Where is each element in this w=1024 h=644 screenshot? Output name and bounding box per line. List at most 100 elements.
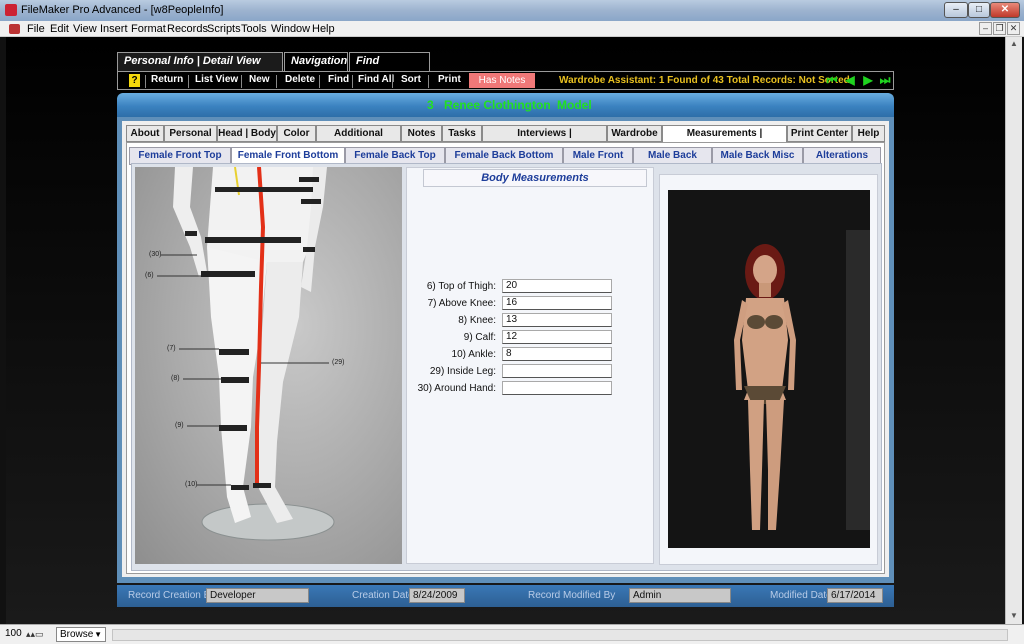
help-icon[interactable]: ? (129, 74, 140, 87)
tab-about[interactable]: About (126, 125, 164, 142)
title-bar: FileMaker Pro Advanced - [w8PeopleInfo] … (0, 0, 1024, 21)
diagram-label-9: (9) (175, 422, 184, 429)
tab-notes[interactable]: Notes (401, 125, 442, 142)
document-icon[interactable] (9, 24, 20, 34)
modified-by-field[interactable]: Admin (629, 588, 731, 603)
find-button[interactable]: Find (328, 74, 349, 85)
above-knee-label: 7) Above Knee: (427, 298, 496, 309)
diagram-label-6: (6) (145, 272, 154, 279)
vertical-scrollbar[interactable]: ▲ ▼ (1005, 37, 1022, 624)
doc-close-button[interactable]: ✕ (1007, 22, 1020, 35)
chevron-down-icon: ▼ (94, 630, 102, 639)
modified-date-field[interactable]: 6/17/2014 (827, 588, 883, 603)
record-id: 3 (427, 98, 434, 112)
body-measurements-title: Body Measurements (423, 169, 647, 187)
menu-scripts[interactable]: Scripts (207, 23, 241, 35)
ankle-label: 10) Ankle: (451, 349, 496, 360)
menu-view[interactable]: View (73, 23, 97, 35)
model-photo[interactable] (668, 190, 870, 548)
tab-measurements-alterations[interactable]: Measurements | Alterations (662, 125, 787, 154)
diagram-label-8: (8) (171, 375, 180, 382)
toolbar-divider (241, 75, 242, 88)
last-record-icon[interactable]: ⏭ (879, 74, 891, 87)
creation-date-label: Creation Date (352, 590, 414, 601)
menu-window[interactable]: Window (271, 23, 310, 35)
tab-tasks[interactable]: Tasks (442, 125, 482, 142)
inside-leg-label: 29) Inside Leg: (429, 366, 496, 377)
tab-navigation[interactable]: Navigation (284, 52, 348, 71)
calf-field[interactable]: 12 (502, 330, 612, 344)
record-role: Model (557, 98, 592, 112)
print-button[interactable]: Print (438, 74, 461, 85)
tab-personal[interactable]: Personal (164, 125, 217, 142)
tab-help[interactable]: Help (852, 125, 885, 142)
detail-view-toolbar: ? Return List View New Delete Find Find … (117, 71, 894, 90)
tab-personal-info-toolbar[interactable]: Personal Info | Detail View Toolbar (117, 52, 283, 84)
scroll-up-icon[interactable]: ▲ (1010, 39, 1018, 48)
menu-format[interactable]: Format (131, 23, 166, 35)
tab-interviews-questionnaires[interactable]: Interviews | Questionnaires (482, 125, 607, 154)
creation-date-field[interactable]: 8/24/2009 (409, 588, 465, 603)
top-of-thigh-field[interactable]: 20 (502, 279, 612, 293)
menu-bar: File Edit View Insert Format Records Scr… (0, 21, 1024, 37)
toolbar-divider (276, 75, 277, 88)
zoom-controls-icon[interactable]: ▴▴▭ (26, 629, 44, 640)
record-footer: Record Creation By Developer Creation Da… (117, 585, 894, 607)
diagram-label-7: (7) (167, 345, 176, 352)
model-photo-illustration (668, 190, 870, 548)
toolbar-divider (188, 75, 189, 88)
minimize-button[interactable]: – (944, 2, 968, 18)
tab-color[interactable]: Color (277, 125, 316, 142)
first-record-icon[interactable]: ⏮ (826, 74, 838, 87)
filemaker-window: FileMaker Pro Advanced - [w8PeopleInfo] … (0, 0, 1024, 644)
inside-leg-field[interactable] (502, 364, 612, 378)
doc-restore-button[interactable]: ❐ (993, 22, 1006, 35)
menu-file[interactable]: File (27, 23, 45, 35)
mode-select[interactable]: Browse ▼ (56, 627, 106, 642)
status-bar: 100 ▴▴▭ Browse ▼ (0, 624, 1024, 644)
sort-button[interactable]: Sort (401, 74, 421, 85)
menu-insert[interactable]: Insert (100, 23, 128, 35)
tab-find-functions[interactable]: Find Functions (349, 52, 430, 84)
doc-minimize-button[interactable]: – (979, 22, 992, 35)
menu-records[interactable]: Records (167, 23, 208, 35)
knee-field[interactable]: 13 (502, 313, 612, 327)
modified-date-label: Modified Date (770, 590, 832, 601)
scroll-down-icon[interactable]: ▼ (1010, 611, 1018, 620)
delete-button[interactable]: Delete (285, 74, 315, 85)
zoom-level[interactable]: 100 (5, 628, 22, 639)
created-by-field[interactable]: Developer (206, 588, 309, 603)
horizontal-scrollbar[interactable] (112, 629, 1008, 641)
menu-help[interactable]: Help (312, 23, 335, 35)
around-hand-label: 30) Around Hand: (417, 383, 496, 394)
new-button[interactable]: New (249, 74, 270, 85)
close-button[interactable]: ✕ (990, 2, 1020, 18)
previous-record-icon[interactable]: ◀ (844, 74, 856, 87)
tab-head-body[interactable]: Head | Body (217, 125, 277, 142)
tab-additional-images[interactable]: Additional Images (316, 125, 401, 154)
diagram-label-30: (30) (149, 251, 162, 258)
has-notes-button[interactable]: Has Notes (469, 73, 535, 88)
list-view-button[interactable]: List View (195, 74, 238, 85)
top-of-thigh-label: 6) Top of Thigh: (426, 281, 496, 292)
toolbar-divider (392, 75, 393, 88)
next-record-icon[interactable]: ▶ (862, 74, 874, 87)
tab-wardrobe[interactable]: Wardrobe (607, 125, 662, 142)
maximize-button[interactable]: □ (968, 2, 990, 18)
menu-tools[interactable]: Tools (241, 23, 267, 35)
mannequin-illustration (157, 167, 335, 541)
tab-print-center[interactable]: Print Center (787, 125, 852, 142)
modified-by-label: Record Modified By (528, 590, 616, 601)
around-hand-field[interactable] (502, 381, 612, 395)
menu-edit[interactable]: Edit (50, 23, 69, 35)
filemaker-app-icon (5, 4, 17, 16)
mannequin-diagram-image: (30) (6) (7) (8) (9) (10) (29) (135, 167, 402, 564)
find-all-button[interactable]: Find All (358, 74, 394, 85)
created-by-label: Record Creation By (128, 590, 216, 601)
return-button[interactable]: Return (151, 74, 183, 85)
toolbar-divider (428, 75, 429, 88)
above-knee-field[interactable]: 16 (502, 296, 612, 310)
diagram-label-29: (29) (332, 359, 345, 366)
ankle-field[interactable]: 8 (502, 347, 612, 361)
toolbar-divider (352, 75, 353, 88)
